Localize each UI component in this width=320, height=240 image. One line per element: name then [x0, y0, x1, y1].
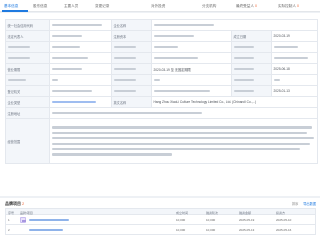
table-header: 序号 品牌/项目 成立时间 融资轮次 融资金额 投资方 [5, 208, 316, 215]
info-row: 统一社会信用代码 企业名称 [5, 19, 319, 31]
business-scope [48, 118, 319, 164]
business-info-panel: 统一社会信用代码 企业名称 法定代表人 注册资本 成立日期 2020-03-19 [0, 13, 320, 196]
tab-key-personnel[interactable]: 主要人员 [64, 3, 78, 9]
tab-shareholders[interactable]: 股东信息 [33, 3, 47, 9]
info-row-scope: 经营范围 [5, 118, 319, 164]
info-table: 统一社会信用代码 企业名称 法定代表人 注册资本 成立日期 2020-03-19 [5, 19, 319, 164]
approval-date: 2025-06-18 [270, 63, 319, 75]
tab-bar: 基本信息 股东信息 主要人员 变更记录 对外投资 分支机构 最终受益人0 实际控… [0, 0, 320, 12]
tab-basic-info[interactable]: 基本信息 [4, 3, 18, 9]
info-row [5, 41, 319, 53]
info-row: 企业类型 英文名称 Hang Zhou XiaoLi Culture Techn… [5, 96, 319, 108]
business-term: 2020-03-19 至 无固定期限 [151, 63, 232, 75]
info-row: 营业期限 2020-03-19 至 无固定期限 2025-06-18 [5, 63, 319, 75]
tab-change-records[interactable]: 变更记录 [95, 3, 109, 9]
tab-branches[interactable]: 分支机构 [202, 3, 216, 9]
table-row[interactable]: 2 10,000 10,000 2025-05-13 2025-05-16 [5, 225, 316, 235]
export-button[interactable]: 导出数据 [303, 202, 316, 206]
sort-button[interactable]: 排序 [292, 202, 298, 206]
brand-link[interactable] [29, 218, 69, 221]
section-tools: 排序 导出数据 [292, 201, 316, 206]
english-name: Hang Zhou XiaoLi Culture Technology Limi… [150, 96, 319, 108]
active-tab-indicator [2, 10, 28, 12]
tab-investments[interactable]: 对外投资 [151, 3, 165, 9]
brand-link[interactable] [29, 228, 63, 231]
tab-beneficiaries[interactable]: 最终受益人0 [236, 3, 257, 9]
establish-date: 2020-03-19 [270, 30, 319, 42]
brand-projects-section: 品牌项目2 排序 导出数据 序号 品牌/项目 成立时间 融资轮次 融资金额 投资… [0, 198, 320, 240]
info-row [5, 52, 319, 64]
info-row: 注册地址 [5, 107, 319, 119]
info-row: 法定代表人 注册资本 成立日期 2020-03-19 [5, 30, 319, 42]
info-row: 登记机关 2025-01-13 [5, 85, 319, 97]
info-label: 统一社会信用代码 [5, 19, 50, 31]
check-date: 2025-01-13 [270, 85, 319, 97]
tab-controller[interactable]: 实际控制人0 [278, 3, 299, 9]
brand-logo [20, 217, 26, 223]
info-row [5, 74, 319, 86]
table-row[interactable]: 1 10,000 10,000 2025-05-19 2025-05-10 [5, 215, 316, 225]
section-title: 品牌项目2 [5, 201, 25, 206]
